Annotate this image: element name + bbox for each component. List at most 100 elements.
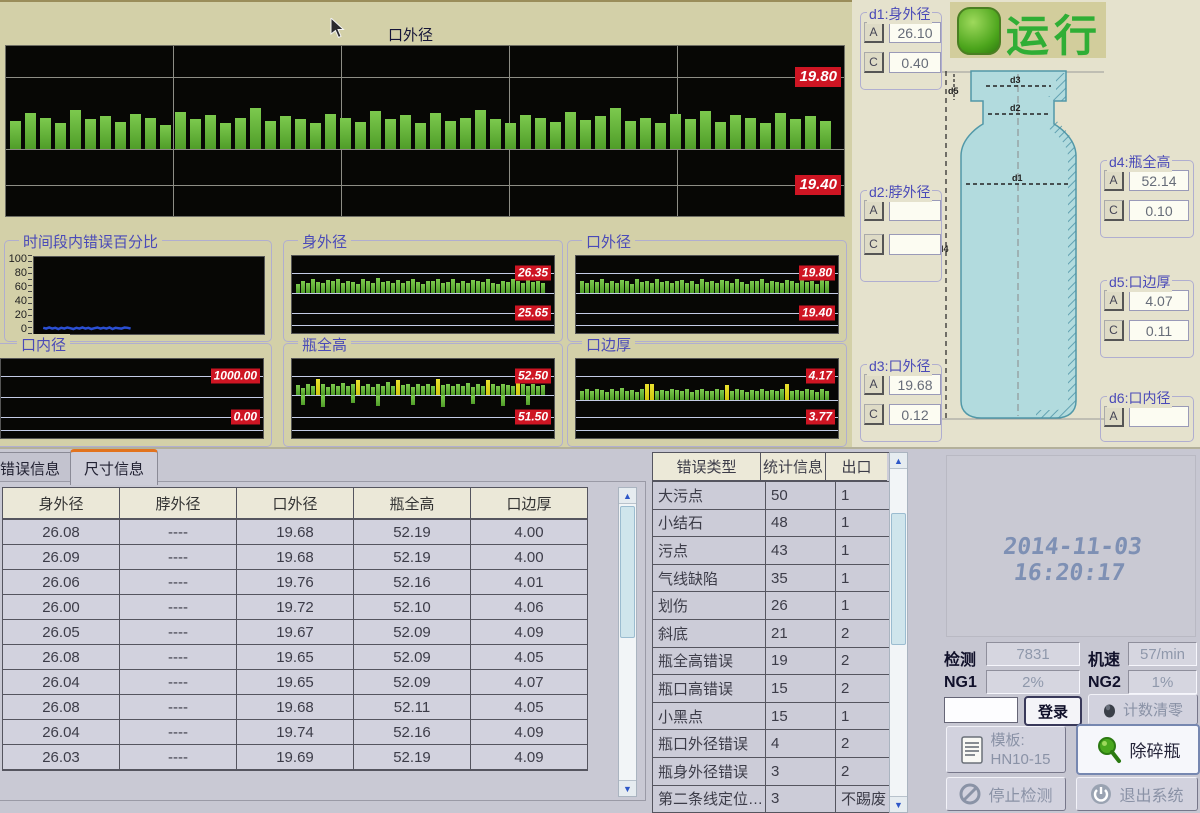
table-row[interactable]: 26.09----19.6852.194.00 xyxy=(3,545,587,570)
table-row[interactable]: 瓶口高错误152 xyxy=(653,675,902,703)
a-key-button[interactable]: A xyxy=(864,200,884,221)
dimension-table-scrollbar[interactable]: ▲ ▼ xyxy=(618,487,637,797)
table-cell: 4.01 xyxy=(471,570,587,595)
tick-marks xyxy=(28,255,32,334)
bar xyxy=(370,111,381,149)
login-button[interactable]: 登录 xyxy=(1024,696,1082,726)
c-key-button[interactable]: C xyxy=(864,404,884,425)
c-value-field[interactable]: 0.10 xyxy=(1129,200,1189,221)
bar xyxy=(486,380,490,396)
table-row[interactable]: 大污点501 xyxy=(653,482,902,510)
table-row[interactable]: 划伤261 xyxy=(653,592,902,620)
table-cell: 19.67 xyxy=(237,620,354,645)
bar xyxy=(310,123,321,149)
c-key-button[interactable]: C xyxy=(1104,200,1124,221)
a-value-field[interactable] xyxy=(1129,406,1189,427)
bar xyxy=(501,281,505,293)
stop-detection-button[interactable]: 停止检测 xyxy=(946,777,1066,811)
bar xyxy=(265,121,276,149)
bar xyxy=(655,391,659,401)
table-row[interactable]: 26.08----19.6552.094.05 xyxy=(3,645,587,670)
percent-chart-group: 时间段内错误百分比 100 80 60 40 20 0 xyxy=(4,240,272,342)
error-column-header: 出口 xyxy=(826,453,887,481)
table-cell: 瓶身外径错误 xyxy=(653,758,766,786)
bar xyxy=(70,110,81,149)
a-key-button[interactable]: A xyxy=(1104,170,1124,191)
bar xyxy=(301,388,305,396)
a-key-button[interactable]: A xyxy=(864,22,884,43)
bar xyxy=(341,383,345,395)
reset-counter-button[interactable]: 计数清零 xyxy=(1088,694,1198,725)
detect-count-field[interactable]: 7831 xyxy=(986,642,1080,666)
c-value-field[interactable] xyxy=(889,234,941,255)
scroll-thumb[interactable] xyxy=(891,513,906,645)
bar xyxy=(520,115,531,149)
table-cell: 26.08 xyxy=(3,520,120,545)
bar-series xyxy=(296,273,552,293)
table-row[interactable]: 气线缺陷351 xyxy=(653,565,902,593)
tick-label: 80 xyxy=(15,267,27,279)
table-cell: 52.19 xyxy=(354,745,471,770)
bar xyxy=(381,282,385,293)
error-table-scrollbar[interactable]: ▲ ▼ xyxy=(889,452,908,813)
a-value-field[interactable]: 19.68 xyxy=(889,374,941,395)
bar xyxy=(436,279,440,293)
table-row[interactable]: 26.03----19.6952.194.09 xyxy=(3,745,587,770)
ng1-field[interactable]: 2% xyxy=(986,670,1080,694)
table-row[interactable]: 26.04----19.7452.164.09 xyxy=(3,720,587,745)
table-row[interactable]: 瓶身外径错误32 xyxy=(653,758,902,786)
table-row[interactable]: 26.05----19.6752.094.09 xyxy=(3,620,587,645)
table-row[interactable]: 污点431 xyxy=(653,537,902,565)
c-value-field[interactable]: 0.12 xyxy=(889,404,941,425)
c-key-button[interactable]: C xyxy=(1104,320,1124,341)
bar xyxy=(535,118,546,150)
remove-broken-bottle-button[interactable]: 除碎瓶 xyxy=(1076,724,1200,775)
tab-error-info[interactable]: 错误信息 xyxy=(0,452,74,483)
table-row[interactable]: 小结石481 xyxy=(653,510,902,538)
c-value-field[interactable]: 0.11 xyxy=(1129,320,1189,341)
bar xyxy=(655,279,659,293)
bar xyxy=(750,390,754,400)
bar xyxy=(416,384,420,396)
scroll-thumb[interactable] xyxy=(620,506,635,638)
table-cell: 气线缺陷 xyxy=(653,565,766,593)
a-key-button[interactable]: A xyxy=(1104,290,1124,311)
table-row[interactable]: 小黑点151 xyxy=(653,703,902,731)
scroll-up-icon[interactable]: ▲ xyxy=(619,488,636,504)
table-cell: 4.09 xyxy=(471,720,587,745)
a-value-field[interactable] xyxy=(889,200,941,221)
table-row[interactable]: 斜底212 xyxy=(653,620,902,648)
bar xyxy=(580,391,584,401)
c-key-button[interactable]: C xyxy=(864,234,884,255)
machine-speed-field[interactable]: 57/min xyxy=(1128,642,1197,666)
tab-size-info[interactable]: 尺寸信息 xyxy=(70,449,158,485)
a-value-field[interactable]: 52.14 xyxy=(1129,170,1189,191)
a-value-field[interactable]: 26.10 xyxy=(889,22,941,43)
table-row[interactable]: 瓶全高错误192 xyxy=(653,648,902,676)
scroll-down-icon[interactable]: ▼ xyxy=(619,780,636,796)
table-row[interactable]: 26.04----19.6552.094.07 xyxy=(3,670,587,695)
bar xyxy=(421,284,425,293)
login-input[interactable] xyxy=(944,697,1018,723)
c-value-field[interactable]: 0.40 xyxy=(889,52,941,73)
table-row[interactable]: 瓶口外径错误42 xyxy=(653,730,902,758)
bar xyxy=(760,389,764,400)
a-key-button[interactable]: A xyxy=(1104,406,1124,427)
scroll-down-icon[interactable]: ▼ xyxy=(890,796,907,812)
scroll-up-icon[interactable]: ▲ xyxy=(890,453,907,469)
bar xyxy=(541,283,545,293)
exit-system-button[interactable]: 退出系统 xyxy=(1076,777,1198,811)
bar xyxy=(376,395,380,406)
table-row[interactable]: 26.00----19.7252.104.06 xyxy=(3,595,587,620)
table-row[interactable]: 26.08----19.6852.194.00 xyxy=(3,520,587,545)
table-row[interactable]: 26.06----19.7652.164.01 xyxy=(3,570,587,595)
c-key-button[interactable]: C xyxy=(864,52,884,73)
template-button[interactable]: 模板: HN10-15 xyxy=(946,726,1066,773)
table-cell: 19.68 xyxy=(237,695,354,720)
ng2-field[interactable]: 1% xyxy=(1128,670,1197,694)
lower-limit-line xyxy=(576,417,838,418)
a-key-button[interactable]: A xyxy=(864,374,884,395)
a-value-field[interactable]: 4.07 xyxy=(1129,290,1189,311)
table-row[interactable]: 26.08----19.6852.114.05 xyxy=(3,695,587,720)
table-row[interactable]: 第二条线定位…3不踢废 xyxy=(653,786,902,813)
